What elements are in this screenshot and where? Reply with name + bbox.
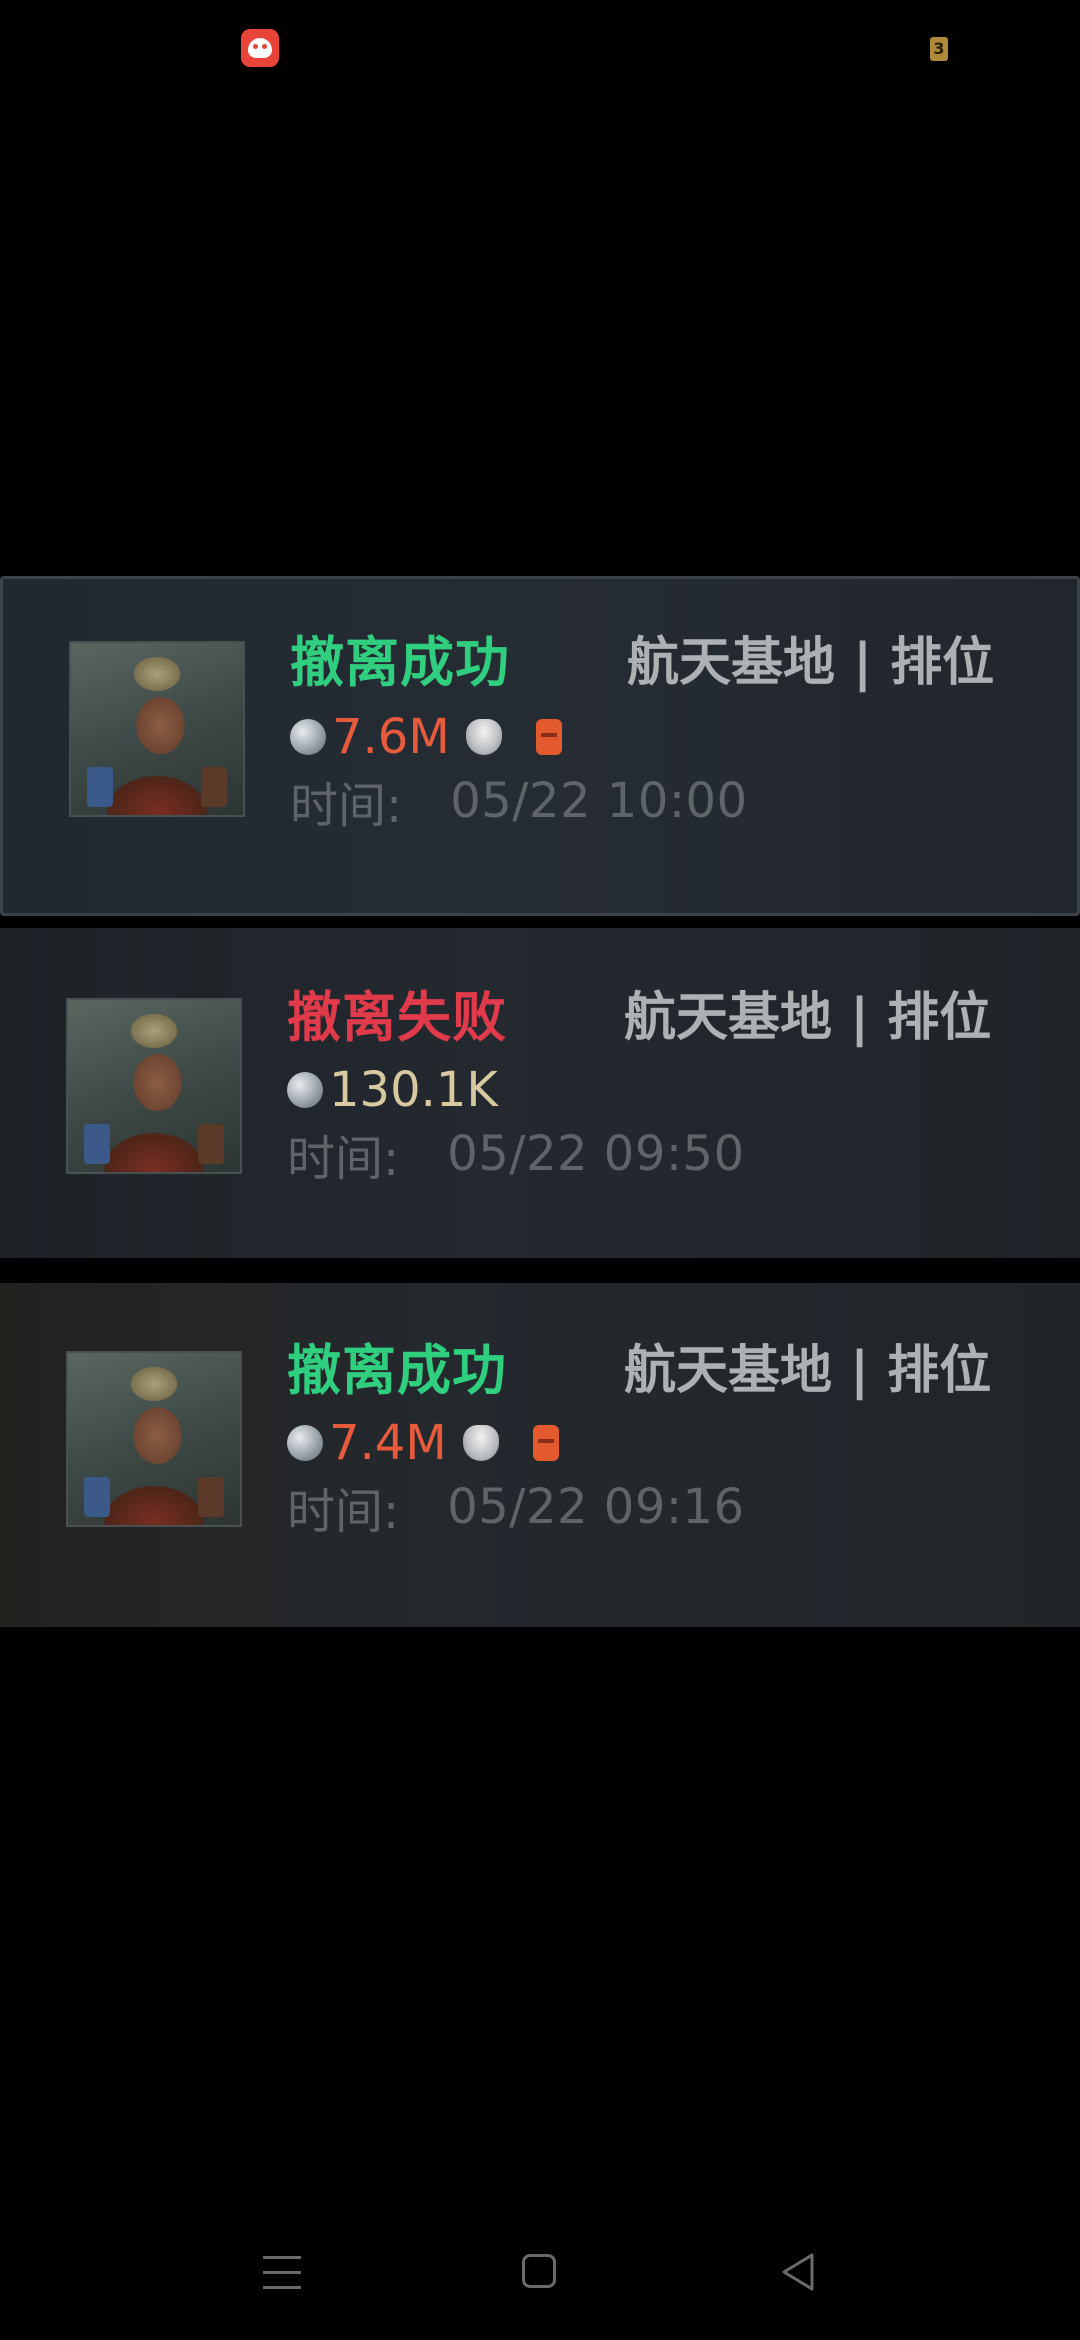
match-record-card[interactable]: 撤离成功 航天基地 | 排位 7.4M 时间: 05/22 09:16 [0, 1283, 1080, 1627]
time-label: 时间: [290, 778, 403, 834]
armor-icon [462, 1425, 499, 1461]
time-row: 时间: 05/22 10:00 [290, 771, 748, 834]
time-row: 时间: 05/22 09:50 [287, 1124, 745, 1187]
loot-value: 7.4M [329, 1415, 447, 1471]
home-icon[interactable] [522, 2254, 556, 2288]
app-notification-icon [241, 29, 279, 67]
menu-icon[interactable] [263, 2256, 301, 2290]
operator-avatar [66, 1351, 242, 1527]
system-nav-bar [0, 2220, 1080, 2340]
loot-value: 130.1K [329, 1062, 498, 1118]
loot-value-row: 130.1K [287, 1062, 498, 1118]
battery-icon: 3 [930, 37, 948, 61]
loot-value-row: 7.4M [287, 1415, 559, 1471]
extraction-result: 撤离成功 [290, 631, 510, 694]
match-record-card[interactable]: 撤离失败 航天基地 | 排位 130.1K 时间: 05/22 09:50 [0, 928, 1080, 1258]
coin-icon [287, 1425, 323, 1461]
status-bar: 3 [0, 0, 1080, 100]
time-label: 时间: [287, 1131, 400, 1187]
time-value: 05/22 09:50 [447, 1126, 745, 1182]
time-row: 时间: 05/22 09:16 [287, 1477, 745, 1540]
map-mode-label: 航天基地 | 排位 [624, 1341, 992, 1401]
map-mode-label: 航天基地 | 排位 [624, 988, 992, 1048]
loot-value-row: 7.6M [290, 709, 562, 765]
back-icon[interactable] [780, 2252, 816, 2292]
backpack-icon [535, 719, 562, 755]
coin-icon [287, 1072, 323, 1108]
operator-avatar [66, 998, 242, 1174]
backpack-icon [532, 1425, 559, 1461]
extraction-result: 撤离失败 [287, 986, 507, 1049]
time-value: 05/22 10:00 [450, 773, 748, 829]
armor-icon [465, 719, 502, 755]
map-mode-label: 航天基地 | 排位 [627, 633, 995, 693]
operator-avatar [69, 641, 245, 817]
match-record-card[interactable]: 撤离成功 航天基地 | 排位 7.6M 时间: 05/22 10:00 [0, 576, 1080, 916]
coin-icon [290, 719, 326, 755]
loot-value: 7.6M [332, 709, 450, 765]
time-label: 时间: [287, 1484, 400, 1540]
time-value: 05/22 09:16 [447, 1479, 745, 1535]
extraction-result: 撤离成功 [287, 1339, 507, 1402]
